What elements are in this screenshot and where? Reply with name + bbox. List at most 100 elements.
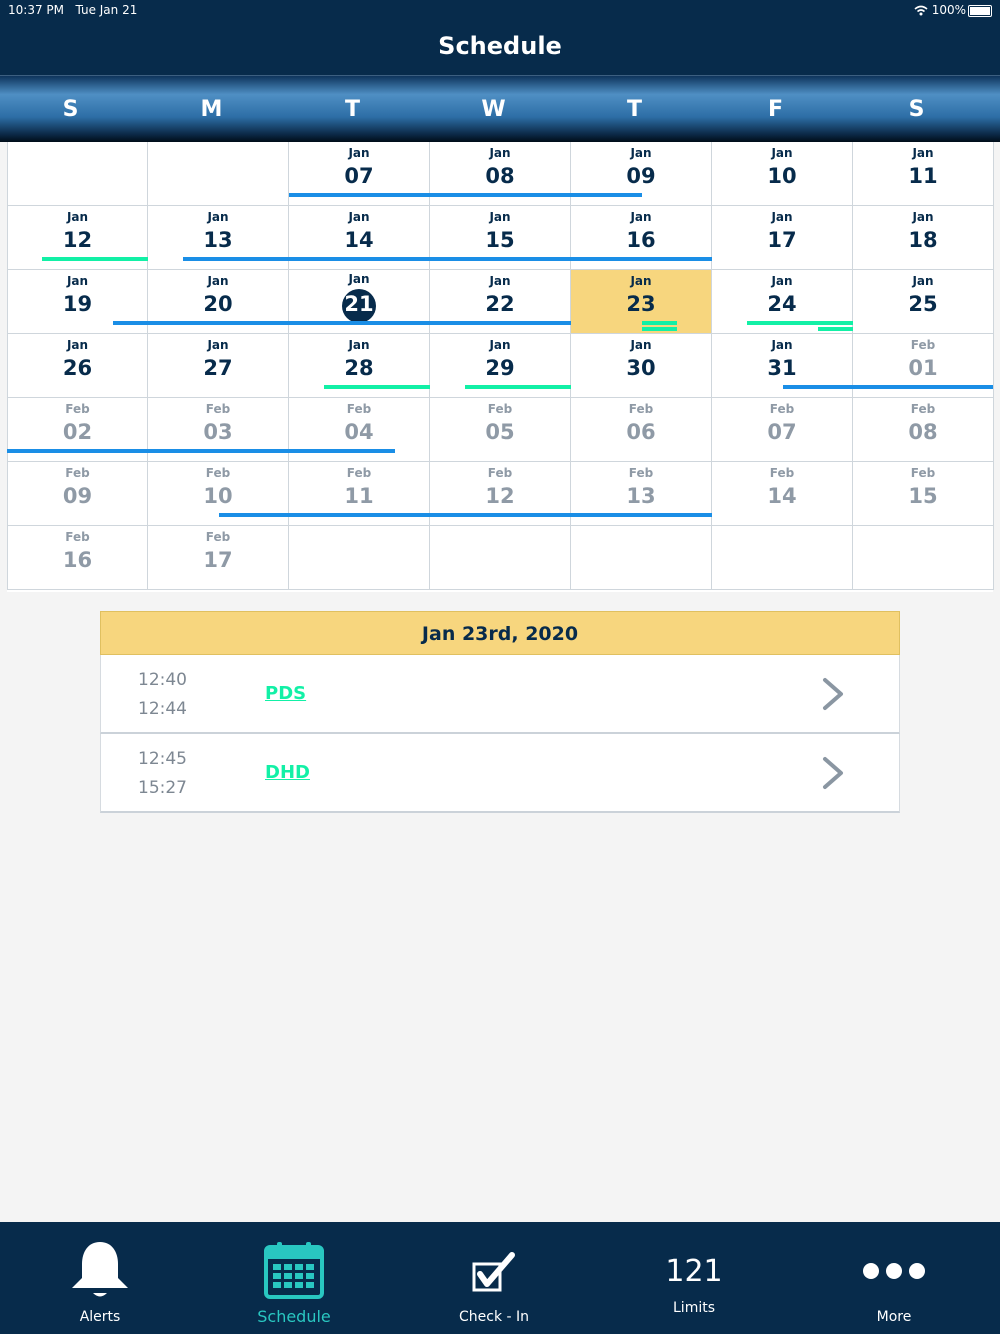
calendar-day-feb-16[interactable]: Feb 16 bbox=[7, 526, 148, 590]
weekday-friday: F bbox=[767, 97, 784, 122]
calendar-day-feb-15[interactable]: Feb 15 bbox=[853, 462, 994, 526]
calendar-empty-cell bbox=[430, 526, 571, 590]
day-number: 21 bbox=[344, 292, 374, 316]
tab-alerts[interactable]: Alerts bbox=[0, 1222, 200, 1334]
day-month-label: Jan bbox=[66, 210, 89, 224]
event-bar-green bbox=[465, 385, 571, 389]
day-month-label: Feb bbox=[346, 466, 372, 480]
battery-icon bbox=[968, 5, 992, 17]
status-bar: 10:37 PM Tue Jan 21 100% bbox=[0, 0, 1000, 20]
calendar-empty-cell bbox=[853, 526, 994, 590]
calendar-day-jan-11[interactable]: Jan 11 bbox=[853, 142, 994, 206]
event-row-pds[interactable]: 12:40 12:44 PDS bbox=[100, 655, 900, 734]
calendar-day-jan-17[interactable]: Jan 17 bbox=[712, 206, 853, 270]
calendar-day-feb-07[interactable]: Feb 07 bbox=[712, 398, 853, 462]
day-number: 11 bbox=[908, 164, 938, 188]
day-number: 05 bbox=[485, 420, 515, 444]
day-month-label: Jan bbox=[630, 210, 652, 224]
day-month-label: Jan bbox=[207, 338, 229, 352]
event-start-time: 12:40 bbox=[138, 670, 187, 690]
day-month-label: Jan bbox=[630, 274, 652, 288]
day-number: 09 bbox=[62, 484, 93, 508]
calendar-day-jan-30[interactable]: Jan 30 bbox=[571, 334, 712, 398]
day-number: 18 bbox=[908, 228, 938, 252]
calendar-empty-cell bbox=[7, 142, 148, 206]
calendar-empty-cell bbox=[712, 526, 853, 590]
day-number: 17 bbox=[767, 228, 797, 252]
event-code-link[interactable]: PDS bbox=[265, 683, 306, 704]
day-month-label: Feb bbox=[65, 466, 90, 480]
day-number: 13 bbox=[203, 228, 233, 252]
event-bar-green bbox=[818, 327, 853, 331]
day-number: 06 bbox=[626, 420, 656, 444]
calendar-day-feb-08[interactable]: Feb 08 bbox=[853, 398, 994, 462]
day-number: 01 bbox=[908, 356, 938, 380]
day-number: 14 bbox=[344, 228, 374, 252]
day-month-label: Jan bbox=[489, 338, 511, 352]
day-number: 31 bbox=[767, 356, 797, 380]
calendar-empty-cell bbox=[289, 526, 430, 590]
day-number: 28 bbox=[344, 356, 374, 380]
event-row-dhd[interactable]: 12:45 15:27 DHD bbox=[100, 734, 900, 813]
event-bar-blue bbox=[219, 513, 712, 517]
calendar-day-jan-26[interactable]: Jan 26 bbox=[7, 334, 148, 398]
day-month-label: Feb bbox=[205, 466, 231, 480]
tab-more[interactable]: More bbox=[794, 1222, 994, 1334]
event-end-time: 12:44 bbox=[138, 699, 187, 719]
day-month-label: Jan bbox=[348, 272, 370, 286]
calendar-day-feb-14[interactable]: Feb 14 bbox=[712, 462, 853, 526]
chevron-right-icon[interactable] bbox=[817, 756, 849, 790]
event-bar-blue bbox=[113, 321, 571, 325]
day-month-label: Feb bbox=[487, 402, 513, 416]
calendar-day-jan-10[interactable]: Jan 10 bbox=[712, 142, 853, 206]
day-month-label: Jan bbox=[66, 338, 89, 352]
event-bar-green bbox=[42, 257, 148, 261]
day-number: 15 bbox=[908, 484, 938, 508]
day-number: 08 bbox=[485, 164, 515, 188]
calendar-day-jan-25[interactable]: Jan 25 bbox=[853, 270, 994, 334]
calendar-icon bbox=[264, 1242, 324, 1299]
weekday-saturday: S bbox=[908, 97, 925, 122]
calendar-day-feb-17[interactable]: Feb 17 bbox=[148, 526, 289, 590]
event-bar-green bbox=[324, 385, 430, 389]
tab-schedule[interactable]: Schedule bbox=[194, 1222, 394, 1334]
weekday-monday: M bbox=[200, 97, 223, 122]
weekday-sunday: S bbox=[62, 97, 79, 122]
day-number: 22 bbox=[485, 292, 515, 316]
chevron-right-icon[interactable] bbox=[817, 677, 849, 711]
day-number: 02 bbox=[62, 420, 93, 444]
status-indicators: 100% bbox=[914, 3, 966, 17]
weekday-wednesday: W bbox=[481, 97, 506, 122]
calendar-day-jan-27[interactable]: Jan 27 bbox=[148, 334, 289, 398]
day-month-label: Jan bbox=[489, 210, 511, 224]
event-start-time: 12:45 bbox=[138, 749, 187, 769]
tab-check-in[interactable]: Check - In bbox=[394, 1222, 594, 1334]
day-month-label: Jan bbox=[912, 210, 934, 224]
calendar-day-jan-18[interactable]: Jan 18 bbox=[853, 206, 994, 270]
selected-date-header: Jan 23rd, 2020 bbox=[100, 611, 900, 655]
day-month-label: Jan bbox=[771, 338, 793, 352]
tab-label: Alerts bbox=[79, 1309, 121, 1325]
day-month-label: Feb bbox=[910, 338, 936, 352]
day-month-label: Jan bbox=[348, 210, 370, 224]
bell-icon bbox=[72, 1242, 128, 1297]
day-number: 10 bbox=[767, 164, 797, 188]
event-bar-blue bbox=[183, 257, 712, 261]
tab-label: Schedule bbox=[257, 1307, 331, 1326]
day-number: 09 bbox=[626, 164, 656, 188]
day-month-label: Feb bbox=[205, 402, 231, 416]
calendar-empty-cell bbox=[571, 526, 712, 590]
calendar-empty-cell bbox=[148, 142, 289, 206]
calendar-day-feb-05[interactable]: Feb 05 bbox=[430, 398, 571, 462]
tab-limits[interactable]: 121 Limits bbox=[594, 1222, 794, 1334]
calendar-day-feb-09[interactable]: Feb 09 bbox=[7, 462, 148, 526]
day-month-label: Jan bbox=[348, 146, 370, 160]
event-code-link[interactable]: DHD bbox=[265, 762, 310, 783]
day-number: 08 bbox=[908, 420, 938, 444]
day-number: 20 bbox=[203, 292, 233, 316]
page-title: Schedule bbox=[438, 32, 562, 60]
calendar-day-feb-06[interactable]: Feb 06 bbox=[571, 398, 712, 462]
tab-label: Check - In bbox=[458, 1309, 530, 1325]
day-number: 12 bbox=[62, 228, 93, 252]
day-month-label: Jan bbox=[912, 146, 934, 160]
